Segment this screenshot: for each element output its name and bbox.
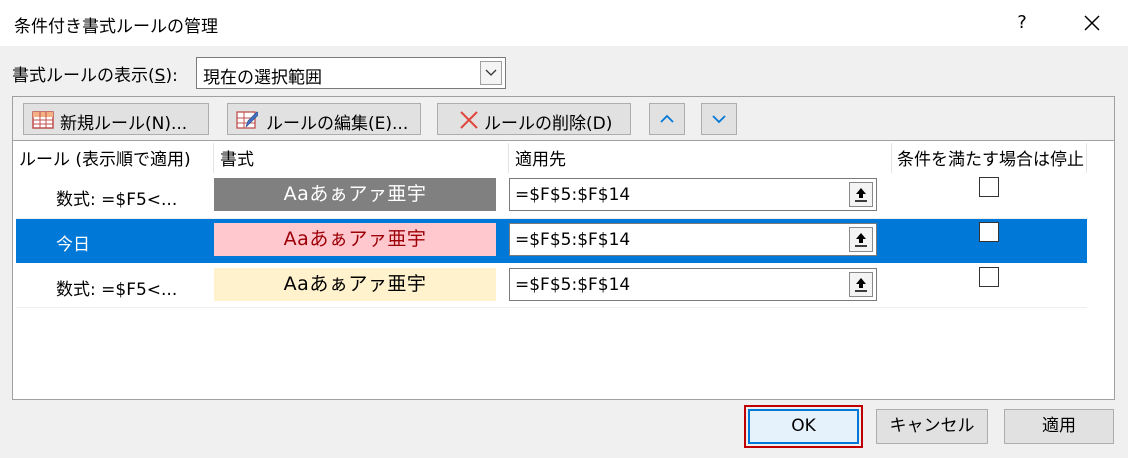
format-preview: Aaあぁアァ亜宇 bbox=[214, 178, 496, 211]
rules-table: ルール (表示順で適用) 書式 適用先 条件を満たす場合は停止 数式: =$F5… bbox=[12, 140, 1115, 400]
edit-rule-icon bbox=[236, 111, 258, 129]
new-rule-icon bbox=[32, 111, 54, 129]
stop-if-true-checkbox[interactable] bbox=[979, 177, 999, 197]
dropdown-arrow-button[interactable] bbox=[480, 61, 502, 85]
applies-to-input[interactable]: =$F$5:$F$14 bbox=[509, 178, 877, 211]
rule-name: 数式: =$F5<... bbox=[56, 190, 178, 210]
range-picker-button[interactable] bbox=[849, 227, 873, 252]
header-rule: ルール (表示順で適用) bbox=[19, 150, 191, 170]
header-applies-to: 適用先 bbox=[515, 150, 566, 170]
scope-select-value: 現在の選択範囲 bbox=[203, 68, 322, 88]
scope-select[interactable]: 現在の選択範囲 bbox=[196, 57, 506, 89]
new-rule-button[interactable]: 新規ルール(N)... bbox=[23, 103, 209, 135]
rule-row[interactable]: 数式: =$F5<... Aaあぁアァ亜宇 =$F$5:$F$14 bbox=[16, 264, 1087, 308]
dialog-title: 条件付き書式ルールの管理 bbox=[14, 17, 218, 37]
applies-to-input[interactable]: =$F$5:$F$14 bbox=[509, 223, 877, 256]
chevron-up-icon bbox=[660, 114, 674, 123]
range-picker-button[interactable] bbox=[849, 182, 873, 207]
column-separator bbox=[891, 143, 892, 173]
range-picker-button[interactable] bbox=[849, 272, 873, 297]
rule-name: 今日 bbox=[56, 235, 90, 255]
scope-label: 書式ルールの表示(S): bbox=[12, 66, 178, 86]
chevron-down-icon bbox=[485, 69, 497, 76]
cancel-button[interactable]: キャンセル bbox=[876, 409, 988, 444]
format-preview: Aaあぁアァ亜宇 bbox=[214, 268, 496, 301]
stop-if-true-checkbox[interactable] bbox=[979, 267, 999, 287]
delete-rule-button[interactable]: ルールの削除(D) bbox=[437, 103, 631, 135]
row-divider bbox=[16, 307, 1087, 308]
help-button[interactable]: ? bbox=[1008, 8, 1036, 38]
apply-button[interactable]: 適用 bbox=[1004, 409, 1114, 444]
collapse-dialog-icon bbox=[855, 278, 867, 292]
delete-x-icon bbox=[460, 111, 478, 129]
collapse-dialog-icon bbox=[855, 188, 867, 202]
title-bar: 条件付き書式ルールの管理 ? bbox=[0, 0, 1128, 46]
rule-row[interactable]: 数式: =$F5<... Aaあぁアァ亜宇 =$F$5:$F$14 bbox=[16, 174, 1087, 218]
rule-name: 数式: =$F5<... bbox=[56, 280, 178, 300]
edit-rule-button[interactable]: ルールの編集(E)... bbox=[227, 103, 421, 135]
ok-button[interactable]: OK bbox=[748, 409, 859, 444]
column-separator bbox=[1086, 143, 1087, 173]
chevron-down-icon bbox=[712, 115, 726, 124]
column-separator bbox=[213, 143, 214, 173]
header-format: 書式 bbox=[220, 150, 254, 170]
rule-row-selected[interactable]: 今日 Aaあぁアァ亜宇 =$F$5:$F$14 bbox=[16, 219, 1087, 263]
close-button[interactable] bbox=[1074, 6, 1110, 40]
format-preview: Aaあぁアァ亜宇 bbox=[214, 223, 496, 256]
header-stop-if-true: 条件を満たす場合は停止 bbox=[897, 150, 1084, 170]
move-down-button[interactable] bbox=[701, 103, 737, 135]
close-icon bbox=[1084, 15, 1100, 31]
column-separator bbox=[508, 143, 509, 173]
rule-toolbar: 新規ルール(N)... ルールの編集(E)... ルールの削除(D) bbox=[12, 96, 1115, 140]
collapse-dialog-icon bbox=[855, 233, 867, 247]
applies-to-input[interactable]: =$F$5:$F$14 bbox=[509, 268, 877, 301]
move-up-button[interactable] bbox=[649, 103, 685, 135]
stop-if-true-checkbox[interactable] bbox=[979, 222, 999, 242]
